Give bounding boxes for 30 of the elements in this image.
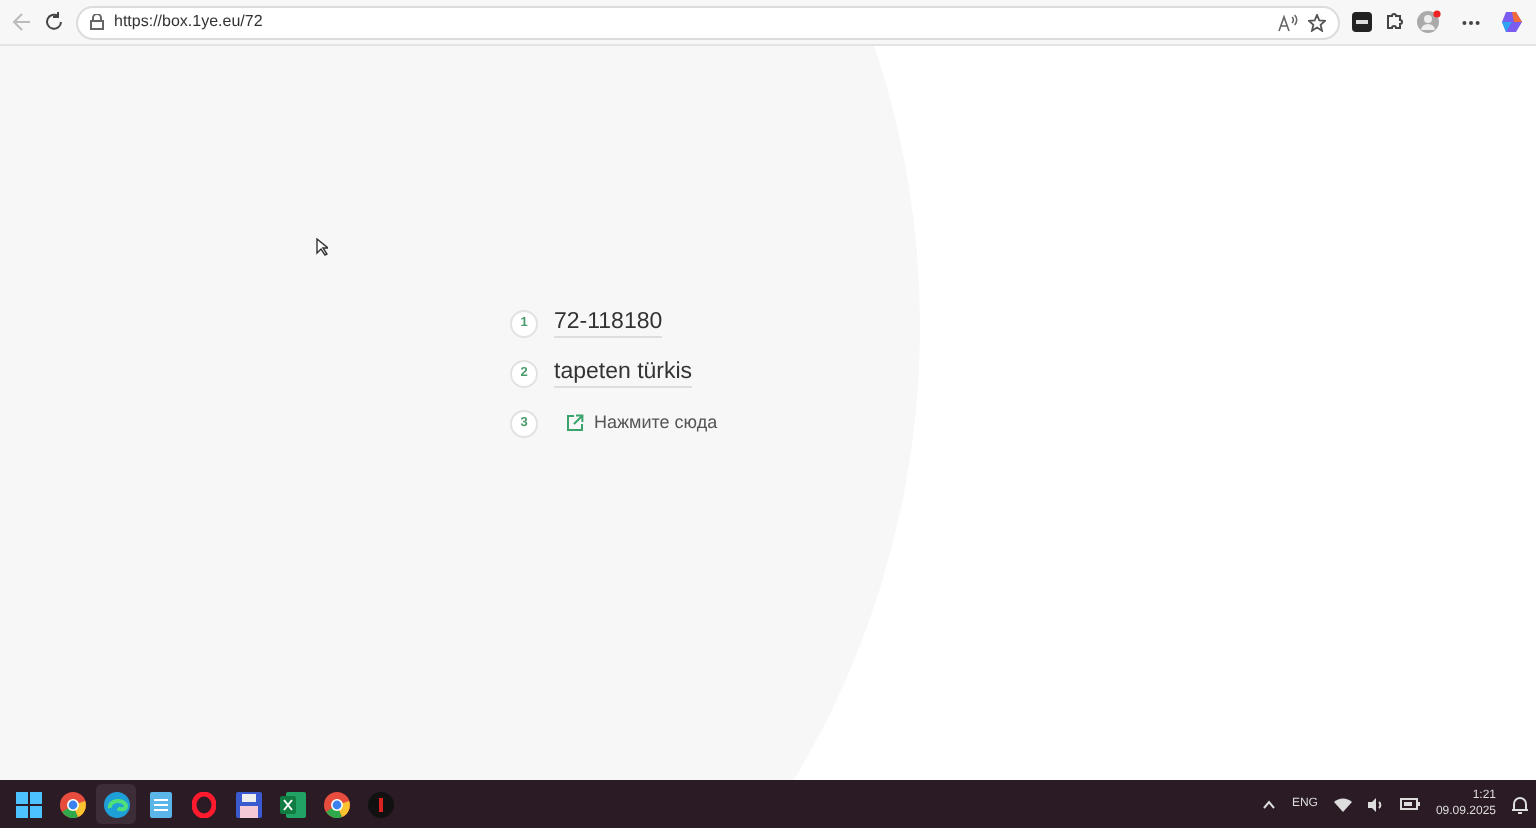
click-here-link[interactable]: Нажмите сюда [566, 409, 718, 437]
copilot-icon[interactable] [1500, 10, 1524, 34]
volume-icon[interactable] [1367, 797, 1384, 811]
more-icon[interactable] [1462, 19, 1480, 25]
chevron-up-icon[interactable] [1261, 799, 1276, 809]
wifi-icon[interactable] [1333, 797, 1352, 811]
read-aloud-icon[interactable] [1278, 13, 1298, 31]
dark-app-icon [367, 791, 393, 817]
windows-icon [15, 791, 41, 817]
circle-logo-icon [323, 791, 349, 817]
lock-icon [90, 14, 104, 30]
step-text: tapeten türkis [554, 358, 693, 388]
ring-logo-icon [192, 791, 216, 817]
wave-logo-icon [103, 791, 129, 817]
step-text: 72-118180 [554, 308, 663, 338]
address-bar[interactable]: https://box.1ye.eu/72 [76, 5, 1340, 39]
external-link-icon [566, 414, 584, 432]
star-icon[interactable] [1308, 13, 1326, 31]
spreadsheet-icon [279, 791, 305, 817]
taskbar-button[interactable] [96, 784, 136, 824]
reload-icon[interactable] [44, 12, 64, 32]
notepad-icon [149, 791, 171, 817]
bell-icon[interactable] [1512, 795, 1528, 813]
battery-icon[interactable] [1399, 798, 1420, 810]
puzzle-icon[interactable] [1384, 12, 1404, 32]
circle-logo-icon [59, 791, 85, 817]
profile-icon[interactable] [1416, 10, 1442, 34]
url-text[interactable]: https://box.1ye.eu/72 [114, 10, 263, 34]
cursor-icon [316, 238, 328, 256]
extension-icon[interactable] [1352, 12, 1372, 32]
